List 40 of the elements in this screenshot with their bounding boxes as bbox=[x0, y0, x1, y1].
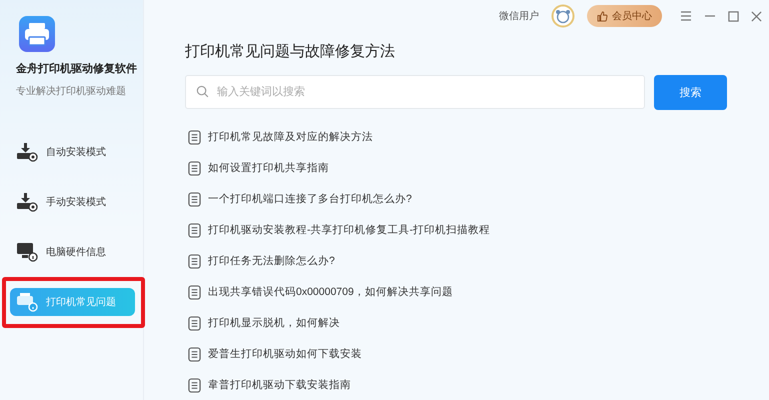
article-link[interactable]: 一个打印机端口连接了多台打印机怎么办? bbox=[208, 192, 412, 206]
article-link[interactable]: 打印机常见故障及对应的解决方法 bbox=[208, 130, 373, 144]
document-icon bbox=[188, 378, 201, 392]
article-link[interactable]: 如何设置打印机共享指南 bbox=[208, 161, 329, 175]
sidebar-item[interactable]: 电脑硬件信息 bbox=[10, 238, 135, 266]
menu-icon[interactable] bbox=[680, 10, 692, 22]
sidebar-item[interactable]: 手动安装模式 bbox=[10, 188, 135, 216]
search-icon bbox=[196, 85, 209, 98]
document-icon bbox=[188, 346, 201, 362]
article-link[interactable]: 打印机驱动安装教程-共享打印机修复工具-打印机扫描教程 bbox=[208, 223, 490, 237]
monitor-info-icon bbox=[16, 242, 38, 262]
article-link[interactable]: 韋普打印机驱动下载安装指南 bbox=[208, 378, 351, 392]
document-icon bbox=[188, 254, 201, 268]
avatar-icon[interactable] bbox=[551, 4, 575, 28]
article-link[interactable]: 打印任务无法删除怎么办? bbox=[208, 254, 335, 268]
document-icon bbox=[188, 284, 201, 300]
printer-question-icon bbox=[16, 292, 38, 312]
search-field[interactable]: 输入关键词以搜索 bbox=[185, 75, 645, 109]
article-link[interactable]: 出现共享错误代码0x00000709，如何解决共享问题 bbox=[208, 285, 453, 299]
close-icon[interactable] bbox=[751, 10, 762, 22]
minimize-icon[interactable] bbox=[704, 15, 716, 17]
document-icon bbox=[188, 222, 201, 238]
user-name: 微信用户 bbox=[499, 10, 539, 23]
download-drive-icon bbox=[16, 192, 38, 212]
document-icon bbox=[188, 130, 201, 144]
maximize-icon[interactable] bbox=[728, 10, 739, 22]
document-icon bbox=[188, 192, 201, 206]
app-name: 金舟打印机驱动修复软件 bbox=[16, 62, 138, 76]
sidebar-item[interactable]: 自动安装模式 bbox=[10, 138, 135, 166]
document-icon bbox=[188, 316, 201, 330]
article-link[interactable]: 爱普生打印机驱动如何下载安装 bbox=[208, 347, 362, 361]
thumbs-up-icon bbox=[597, 10, 608, 22]
printer-logo-icon bbox=[19, 16, 55, 52]
page-title: 打印机常见问题与故障修复方法 bbox=[185, 42, 396, 61]
member-center-button[interactable]: 会员中心 bbox=[587, 5, 662, 27]
search-button[interactable]: 搜索 bbox=[654, 75, 727, 110]
download-drive-icon bbox=[16, 142, 38, 162]
app-tagline: 专业解决打印机驱动难题 bbox=[16, 84, 127, 98]
article-link[interactable]: 打印机显示脱机，如何解决 bbox=[208, 316, 340, 330]
document-icon bbox=[188, 160, 201, 176]
